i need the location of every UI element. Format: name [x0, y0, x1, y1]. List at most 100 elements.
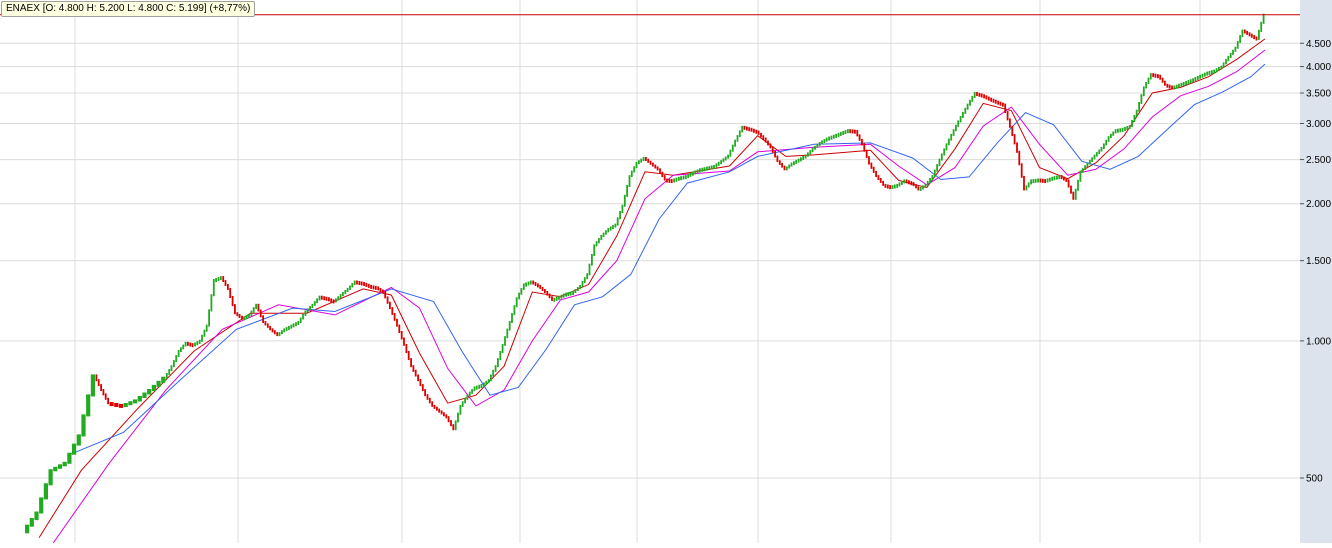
candle-down: [781, 162, 783, 168]
candle-down: [396, 318, 398, 327]
candle-up: [39, 497, 44, 514]
candle-up: [471, 389, 473, 394]
candle-down: [661, 171, 664, 178]
candle-up: [1145, 82, 1147, 89]
candle-up: [901, 180, 903, 185]
candle-up: [576, 287, 579, 291]
candle-down: [187, 341, 189, 346]
candle-up: [86, 394, 91, 417]
candle-down: [980, 93, 983, 98]
candle-up: [616, 217, 619, 226]
candle-up: [1081, 168, 1084, 173]
candle-up: [518, 292, 520, 300]
candle-up: [515, 297, 518, 308]
candle-up: [278, 332, 281, 337]
candle-down: [769, 143, 772, 149]
candle-up: [499, 351, 502, 361]
candle-up: [1025, 185, 1028, 191]
candle-up: [313, 301, 316, 306]
candle-up: [729, 149, 732, 157]
candle-up: [483, 382, 485, 387]
candle-up: [795, 159, 798, 164]
candle-down: [1018, 150, 1021, 166]
candle-down: [884, 183, 887, 188]
candle-down: [1039, 178, 1042, 183]
candle-down: [767, 140, 769, 146]
candle-up: [682, 175, 685, 180]
candle-up: [1095, 152, 1098, 157]
candle-up: [173, 360, 175, 368]
candle-down: [743, 125, 746, 130]
candle-up: [76, 434, 81, 446]
candle-down: [271, 328, 274, 333]
candle-up: [922, 185, 924, 190]
candle-down: [107, 397, 109, 405]
candle-up: [1051, 176, 1054, 181]
candle-down: [1016, 142, 1018, 153]
candle-down: [863, 143, 866, 152]
candle-down: [1166, 83, 1169, 88]
candle-down: [652, 162, 654, 167]
candle-up: [520, 288, 523, 295]
candle-up: [628, 175, 631, 187]
candle-up: [1135, 109, 1138, 117]
candle-up: [1260, 21, 1263, 32]
candle-down: [257, 303, 260, 312]
candle-up: [1103, 143, 1105, 149]
candle-down: [645, 157, 647, 161]
candle-up: [485, 380, 488, 385]
candle-up: [1112, 131, 1115, 136]
candle-down: [438, 408, 441, 413]
candle-up: [1239, 35, 1241, 43]
candle-up: [896, 183, 899, 188]
candle-down: [1164, 80, 1166, 86]
candle-down: [546, 291, 549, 296]
candle-up: [1110, 133, 1112, 139]
price-axis[interactable]: 4.500 4.000 3.500 3.000 2.500 2.000 1.500 1.000…: [1300, 0, 1332, 543]
candle-down: [537, 283, 539, 288]
candle-down: [886, 184, 889, 189]
candle-down: [323, 296, 326, 301]
ma-fast-line: [38, 38, 1266, 538]
candle-up: [1241, 29, 1244, 38]
candle-up: [248, 313, 250, 318]
candle-down: [1154, 73, 1157, 78]
candle-up: [309, 306, 311, 311]
candle-up: [1034, 178, 1037, 183]
candle-up: [501, 343, 504, 353]
candle-up: [1178, 83, 1180, 88]
candle-up: [788, 164, 791, 169]
chart-canvas[interactable]: [0, 0, 1332, 544]
price-chart[interactable]: 4.500 4.000 3.500 3.000 2.500 2.000 1.500 1.000…: [0, 0, 1332, 544]
candle-down: [440, 410, 443, 415]
candle-up: [966, 103, 969, 110]
candle-up: [175, 355, 178, 363]
candle-up: [738, 130, 741, 137]
candle-down: [229, 287, 232, 298]
candle-up: [459, 404, 462, 415]
candle-down: [760, 132, 762, 138]
candle-up: [304, 310, 307, 316]
y-tick-label: 1.000: [1306, 336, 1331, 347]
candle-up: [1229, 52, 1232, 58]
candle-down: [259, 309, 262, 318]
candle-up: [959, 116, 962, 123]
candle-up: [706, 166, 708, 171]
candle-up: [1088, 159, 1091, 165]
candle-down: [231, 296, 234, 307]
candle-up: [492, 369, 495, 377]
candle-up: [90, 374, 95, 397]
candle-down: [1006, 111, 1009, 121]
candle-up: [898, 182, 901, 187]
candle-up: [633, 166, 636, 173]
candle-down: [1072, 191, 1075, 200]
candle-up: [717, 161, 720, 166]
candle-up: [621, 204, 624, 213]
candle-down: [400, 331, 403, 340]
candle-up: [832, 134, 835, 139]
candle-up: [727, 154, 729, 159]
candle-down: [551, 296, 553, 301]
candle-down: [421, 384, 424, 392]
candle-up: [1030, 179, 1032, 185]
candle-down: [1157, 74, 1159, 79]
